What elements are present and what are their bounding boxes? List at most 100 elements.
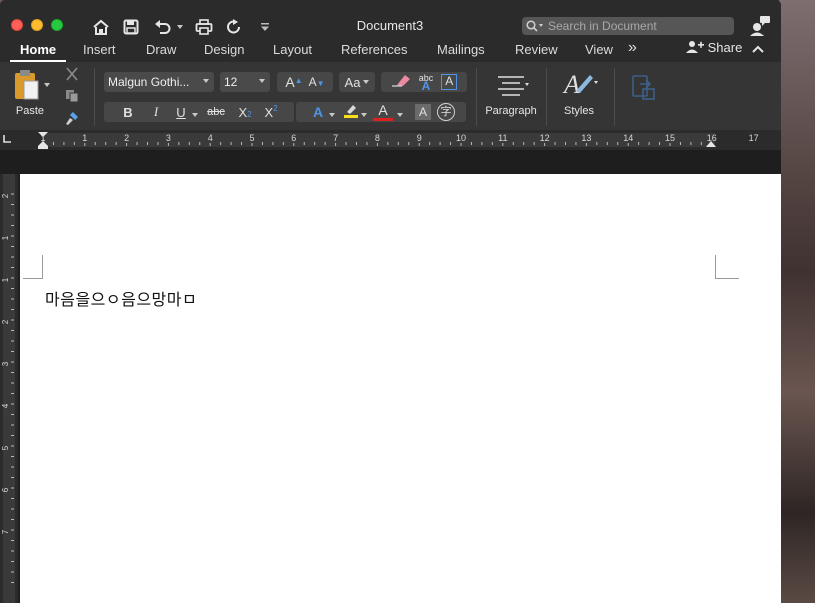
home-icon[interactable] [90,17,112,37]
align-lines-icon [498,76,529,96]
cut-icon[interactable] [63,66,81,82]
font-color-button[interactable]: A [373,103,393,121]
font-color-dropdown-chevron-icon[interactable] [397,104,409,120]
subscript-button[interactable]: X2 [232,105,258,120]
separator [614,68,615,126]
document-page[interactable]: 마음을으ㅇ음으망마ㅁ [20,174,781,603]
first-line-indent-icon[interactable] [37,131,49,149]
character-shading-button[interactable]: A [415,104,431,120]
paste-label: Paste [15,105,45,117]
shrink-font-button[interactable]: A▼ [309,75,325,89]
title-bar: Document3 [0,0,781,38]
share-label: Share [707,40,743,55]
search-icon [526,20,543,32]
ruler-label: 15 [665,133,675,143]
styles-label: Styles [564,105,594,117]
enclose-characters-button[interactable]: 字 [437,103,455,121]
search-box[interactable] [522,17,734,35]
text-box-icon[interactable]: A [441,74,458,90]
tab-view[interactable]: View [585,42,613,57]
ruler-label: 3 [166,133,171,143]
text-effects-button[interactable]: A [307,104,329,120]
save-icon[interactable] [121,17,141,37]
copy-icon[interactable] [63,88,81,104]
tab-mailings[interactable]: Mailings [437,42,485,57]
bold-button[interactable]: B [114,105,142,120]
format-group: B I U abc X2 X2 [104,102,294,122]
add-person-icon [686,41,704,53]
paste-dropdown-chevron-icon[interactable] [42,80,52,90]
vertical-ruler-ticks: 2 1 1 2 3 4 5 6 7 [1,193,14,583]
vertical-ruler-label: 1 [1,277,10,282]
superscript-button[interactable]: X2 [258,104,284,120]
page-top-gap [0,150,781,174]
clear-format-group: abc A A [381,72,467,92]
tab-design[interactable]: Design [204,42,244,57]
share-button[interactable]: Share [686,40,742,55]
separator [546,68,547,126]
highlight-dropdown-chevron-icon[interactable] [361,104,373,120]
collapse-ribbon-icon[interactable] [752,42,764,57]
font-size-combo[interactable]: 12 [220,72,270,92]
ruler-label: 6 [291,133,296,143]
font-name-combo[interactable]: Malgun Gothi... [104,72,214,92]
font-size-value: 12 [224,75,238,89]
close-window-button[interactable] [11,19,23,31]
format-painter-icon[interactable] [63,110,81,126]
strikethrough-button[interactable]: abc [200,106,232,118]
clear-formatting-icon[interactable] [391,73,411,92]
clipboard-icon [15,70,39,100]
vertical-ruler-label: 3 [1,361,10,366]
tab-insert[interactable]: Insert [83,42,116,57]
italic-button[interactable]: I [142,104,170,120]
more-tabs-icon[interactable]: » [628,39,637,57]
vertical-ruler-label: 5 [1,445,10,450]
ruler-label: 4 [208,133,213,143]
document-text[interactable]: 마음을으ㅇ음으망마ㅁ [45,286,197,310]
vertical-ruler-label: 2 [1,193,10,198]
home-ribbon: Paste Malgun Gothi... 12 A▲ A▼ Aa abc A … [0,62,781,130]
ruler-label: 17 [749,133,759,143]
vertical-ruler-label: 7 [1,529,10,534]
customize-toolbar-icon[interactable] [258,17,272,37]
minimize-window-button[interactable] [31,19,43,31]
desktop-background [779,0,815,603]
margin-corner-mark [715,255,739,279]
grow-font-button[interactable]: A▲ [285,74,302,90]
vertical-ruler-label: 1 [1,235,10,240]
ruler-ticks: 1 1 2 3 4 5 6 7 8 9 10 11 12 13 14 15 16 17 [40,133,759,146]
change-case-button[interactable]: Aa [339,72,375,92]
ribbon-tabs: Home Insert Draw Design Layout Reference… [0,38,781,62]
text-highlight-abc-icon[interactable]: abc A [419,74,434,93]
redo-icon[interactable] [224,17,244,37]
right-indent-icon[interactable] [705,138,717,148]
underline-dropdown-chevron-icon[interactable] [192,105,200,120]
account-icon[interactable] [749,14,771,36]
color-group: A A A 字 [296,102,466,122]
tab-references[interactable]: References [341,42,407,57]
styles-button[interactable]: A [558,68,602,100]
text-effects-dropdown-chevron-icon[interactable] [329,104,341,120]
dictate-icon[interactable] [626,72,658,102]
maximize-window-button[interactable] [51,19,63,31]
ruler-label: 13 [581,133,591,143]
undo-icon[interactable] [152,17,174,37]
styles-icon: A [562,70,598,99]
paste-button[interactable] [9,68,45,102]
ruler-label: 5 [249,133,254,143]
tab-draw[interactable]: Draw [146,42,176,57]
ruler-label: 9 [417,133,422,143]
print-icon[interactable] [193,17,215,37]
tab-review[interactable]: Review [515,42,558,57]
ruler-label: 10 [456,133,466,143]
underline-button[interactable]: U [170,105,192,120]
tab-layout[interactable]: Layout [273,42,312,57]
vertical-ruler-label: 6 [1,487,10,492]
ruler-label: 8 [375,133,380,143]
undo-dropdown-chevron-icon[interactable] [175,17,185,37]
ruler-label: 2 [124,133,129,143]
paragraph-button[interactable] [490,72,534,98]
tab-home[interactable]: Home [20,42,56,57]
highlight-color-icon[interactable] [341,103,361,122]
search-input[interactable] [548,19,728,33]
